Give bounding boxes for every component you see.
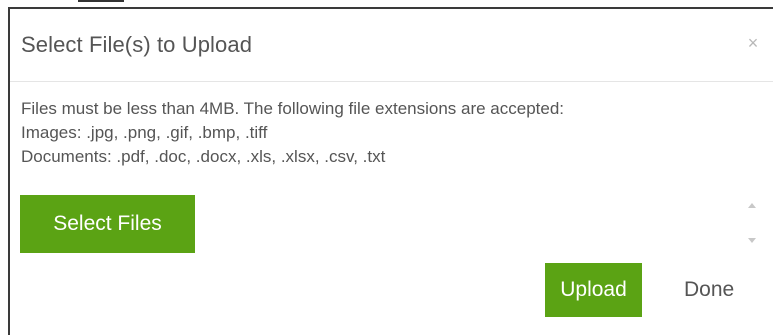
select-files-button[interactable]: Select Files xyxy=(20,195,195,253)
upload-dialog: Select File(s) to Upload × Files must be… xyxy=(8,7,773,335)
done-button[interactable]: Done xyxy=(684,263,734,317)
close-icon: × xyxy=(747,33,759,53)
dialog-header: Select File(s) to Upload × xyxy=(10,9,773,82)
close-button[interactable]: × xyxy=(741,31,765,55)
dialog-title: Select File(s) to Upload xyxy=(21,32,253,57)
scroll-down-arrow-icon[interactable] xyxy=(748,238,756,243)
upload-button[interactable]: Upload xyxy=(545,263,642,317)
screen: Select File(s) to Upload × Files must be… xyxy=(0,0,773,335)
scroll-up-arrow-icon[interactable] xyxy=(748,203,756,208)
image-extensions-text: Images: .jpg, .png, .gif, .bmp, .tiff xyxy=(21,123,268,142)
file-list-scrollbar[interactable] xyxy=(745,195,759,253)
page-background-edge xyxy=(0,0,773,6)
dialog-body: Files must be less than 4MB. The followi… xyxy=(21,97,773,169)
document-extensions-text: Documents: .pdf, .doc, .docx, .xls, .xls… xyxy=(21,147,386,166)
background-fragment xyxy=(78,0,124,2)
size-limit-text: Files must be less than 4MB. The followi… xyxy=(21,99,565,118)
